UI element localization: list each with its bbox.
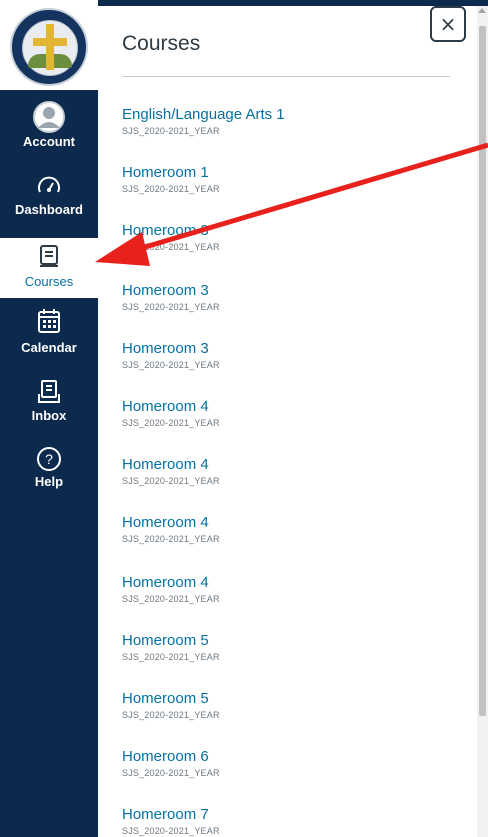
scroll-up-arrow-icon[interactable] xyxy=(478,8,486,13)
course-term: SJS_2020-2021_YEAR xyxy=(122,476,220,486)
nav-dashboard-label: Dashboard xyxy=(15,202,83,217)
course-link[interactable]: Homeroom 5 SJS_2020-2021_YEAR xyxy=(122,690,220,720)
course-link[interactable]: Homeroom 4 SJS_2020-2021_YEAR xyxy=(122,574,220,604)
course-name: Homeroom 6 xyxy=(122,748,209,765)
course-name: Homeroom 4 xyxy=(122,456,209,473)
course-link[interactable]: Homeroom 4 SJS_2020-2021_YEAR xyxy=(122,398,220,428)
course-link[interactable]: Homeroom 5 SJS_2020-2021_YEAR xyxy=(122,632,220,662)
course-term: SJS_2020-2021_YEAR xyxy=(122,418,220,428)
nav-courses[interactable]: Courses xyxy=(0,238,98,298)
nav-help-label: Help xyxy=(34,474,64,489)
course-term: SJS_2020-2021_YEAR xyxy=(122,184,220,194)
inbox-icon xyxy=(38,380,60,403)
nav-courses-label: Courses xyxy=(24,274,74,289)
school-logo-link[interactable] xyxy=(0,0,98,90)
course-term: SJS_2020-2021_YEAR xyxy=(122,242,220,252)
course-name: Homeroom 3 xyxy=(122,282,209,299)
nav-calendar[interactable]: Calendar xyxy=(0,308,98,368)
nav-account[interactable]: Account xyxy=(0,100,98,162)
course-link[interactable]: Homeroom 6 SJS_2020-2021_YEAR xyxy=(122,748,220,778)
course-term: SJS_2020-2021_YEAR xyxy=(122,302,220,312)
tray-title: Courses xyxy=(122,32,201,55)
courses-icon xyxy=(40,245,58,267)
nav-inbox[interactable]: Inbox xyxy=(0,380,98,432)
course-name: Homeroom 3 xyxy=(122,222,209,239)
course-name: Homeroom 5 xyxy=(122,632,209,649)
school-logo xyxy=(10,8,88,86)
course-name: Homeroom 7 xyxy=(122,806,209,823)
course-term: SJS_2020-2021_YEAR xyxy=(122,652,220,662)
course-term: SJS_2020-2021_YEAR xyxy=(122,768,220,778)
nav-inbox-label: Inbox xyxy=(31,408,67,423)
course-link[interactable]: Homeroom 1 SJS_2020-2021_YEAR xyxy=(122,164,220,194)
course-term: SJS_2020-2021_YEAR xyxy=(122,594,220,604)
course-link[interactable]: Homeroom 3 SJS_2020-2021_YEAR xyxy=(122,282,220,312)
course-term: SJS_2020-2021_YEAR xyxy=(122,126,220,136)
course-term: SJS_2020-2021_YEAR xyxy=(122,534,220,544)
course-name: Homeroom 4 xyxy=(122,398,209,415)
global-navigation: Account Dashboard Courses Calendar Inbox… xyxy=(0,0,98,837)
course-name: Homeroom 5 xyxy=(122,690,209,707)
dashboard-icon xyxy=(38,176,60,193)
help-icon: ? xyxy=(37,447,61,471)
course-term: SJS_2020-2021_YEAR xyxy=(122,360,220,370)
logo-cross xyxy=(46,24,54,70)
course-name: Homeroom 1 xyxy=(122,164,209,181)
course-link[interactable]: English/Language Arts 1 SJS_2020-2021_YE… xyxy=(122,106,285,136)
course-term: SJS_2020-2021_YEAR xyxy=(122,710,220,720)
tray-divider xyxy=(122,76,450,77)
calendar-icon xyxy=(38,309,60,333)
close-icon: × xyxy=(439,12,457,36)
nav-dashboard[interactable]: Dashboard xyxy=(0,174,98,232)
course-name: Homeroom 4 xyxy=(122,514,209,531)
svg-text:?: ? xyxy=(45,451,53,467)
account-icon xyxy=(33,101,65,133)
close-tray-button[interactable]: × xyxy=(430,6,466,42)
course-link[interactable]: Homeroom 3 SJS_2020-2021_YEAR xyxy=(122,340,220,370)
logo-cross-bar xyxy=(33,38,67,46)
course-link[interactable]: Homeroom 3 SJS_2020-2021_YEAR xyxy=(122,222,220,252)
scrollbar-thumb[interactable] xyxy=(479,26,486,716)
nav-help[interactable]: ? Help xyxy=(0,446,98,498)
course-term: SJS_2020-2021_YEAR xyxy=(122,826,220,836)
course-name: Homeroom 3 xyxy=(122,340,209,357)
course-name: Homeroom 4 xyxy=(122,574,209,591)
course-link[interactable]: Homeroom 4 SJS_2020-2021_YEAR xyxy=(122,514,220,544)
course-link[interactable]: Homeroom 4 SJS_2020-2021_YEAR xyxy=(122,456,220,486)
nav-calendar-label: Calendar xyxy=(21,340,77,355)
nav-account-label: Account xyxy=(23,134,75,149)
course-name: English/Language Arts 1 xyxy=(122,106,285,123)
course-link[interactable]: Homeroom 7 SJS_2020-2021_YEAR xyxy=(122,806,220,836)
